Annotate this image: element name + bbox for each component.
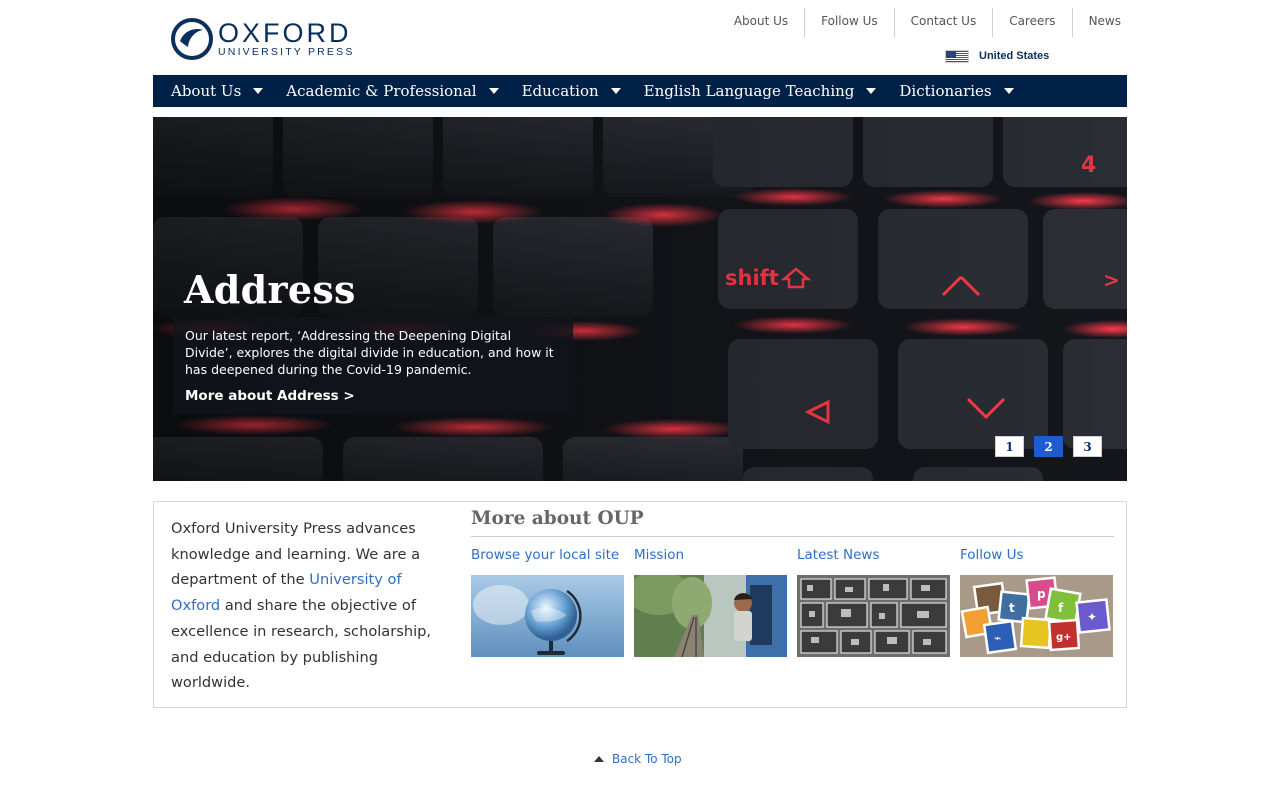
arrow-up-icon <box>594 756 604 762</box>
back-to-top-link[interactable]: Back To Top <box>594 752 682 766</box>
card-follow-us[interactable]: Follow Us t p f ✦ ⌁ g+ <box>960 546 1113 657</box>
utility-link-news[interactable]: News <box>1073 8 1127 37</box>
card-latest-news[interactable]: Latest News <box>797 546 950 657</box>
pager-page-1[interactable]: 1 <box>995 436 1024 457</box>
globe-photo-icon <box>471 575 624 657</box>
card-mission[interactable]: Mission <box>634 546 787 657</box>
svg-text:⌁: ⌁ <box>994 631 1001 645</box>
nav-item-dictionaries[interactable]: Dictionaries <box>899 75 1014 107</box>
hero-carousel: shift 4 > Address Our latest report, ‘Ad… <box>153 117 1127 481</box>
svg-text:✦: ✦ <box>1087 610 1097 624</box>
utility-nav: About Us Follow Us Contact Us Careers Ne… <box>718 8 1127 37</box>
intro-text: Oxford University Press advances knowled… <box>171 516 441 696</box>
pager-page-2[interactable]: 2 <box>1034 436 1063 457</box>
nav-item-english-language-teaching[interactable]: English Language Teaching <box>644 75 877 107</box>
nav-item-label: About Us <box>171 82 242 100</box>
card-title[interactable]: Follow Us <box>960 546 1113 566</box>
caret-down-icon <box>488 88 499 94</box>
info-section: Oxford University Press advances knowled… <box>153 501 1127 708</box>
utility-link-contact-us[interactable]: Contact Us <box>895 8 994 37</box>
svg-text:g+: g+ <box>1056 632 1072 643</box>
oup-logo[interactable]: OXFORD UNIVERSITY PRESS <box>170 16 360 62</box>
hero-more-link[interactable]: More about Address > <box>185 388 561 404</box>
nav-item-academic-professional[interactable]: Academic & Professional <box>286 75 499 107</box>
logo-wordmark: OXFORD <box>218 17 352 48</box>
nav-item-label: Education <box>521 82 599 100</box>
svg-text:p: p <box>1037 587 1046 601</box>
more-about-title: More about OUP <box>471 506 1114 537</box>
hero-title: Address <box>184 267 356 312</box>
train-child-photo-icon <box>634 575 787 657</box>
nav-item-label: English Language Teaching <box>643 82 855 100</box>
card-browse-local-site[interactable]: Browse your local site <box>471 546 624 657</box>
card-title[interactable]: Latest News <box>797 546 950 566</box>
nav-item-education[interactable]: Education <box>522 75 621 107</box>
region-selector[interactable]: United States <box>945 48 1049 64</box>
more-about-oup: More about OUP Browse your local site Mi… <box>471 506 1114 657</box>
printing-type-photo-icon <box>797 575 950 657</box>
utility-link-about-us[interactable]: About Us <box>718 8 806 37</box>
card-title[interactable]: Browse your local site <box>471 546 624 566</box>
caret-down-icon <box>1003 88 1014 94</box>
card-title[interactable]: Mission <box>634 546 787 566</box>
back-to-top-label: Back To Top <box>612 752 682 766</box>
svg-text:f: f <box>1058 601 1064 615</box>
hero-description: Our latest report, ‘Addressing the Deepe… <box>185 328 554 377</box>
main-nav: About Us Academic & Professional Educati… <box>153 75 1127 107</box>
hero-caption: Our latest report, ‘Addressing the Deepe… <box>173 317 573 414</box>
oxford-crest-icon <box>171 18 213 60</box>
carousel-pager: 1 2 3 <box>985 436 1102 457</box>
svg-text:t: t <box>1009 601 1015 615</box>
us-flag-icon <box>945 49 969 63</box>
nav-item-label: Academic & Professional <box>286 82 477 100</box>
caret-down-icon <box>253 88 264 94</box>
pager-page-3[interactable]: 3 <box>1073 436 1102 457</box>
caret-down-icon <box>866 88 877 94</box>
nav-item-about-us[interactable]: About Us <box>171 75 264 107</box>
region-label: United States <box>979 50 1050 62</box>
caret-down-icon <box>610 88 621 94</box>
utility-link-careers[interactable]: Careers <box>993 8 1073 37</box>
nav-item-label: Dictionaries <box>899 82 992 100</box>
social-media-collage-icon: t p f ✦ ⌁ g+ <box>960 575 1113 657</box>
utility-link-follow-us[interactable]: Follow Us <box>805 8 895 37</box>
logo-subtitle: UNIVERSITY PRESS <box>218 45 355 58</box>
